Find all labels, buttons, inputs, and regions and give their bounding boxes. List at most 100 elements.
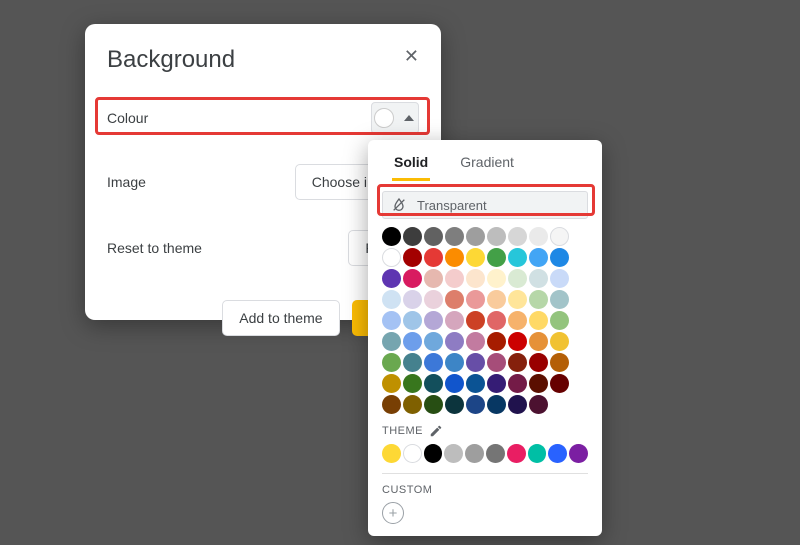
swatch-r7-c9[interactable] (529, 395, 548, 414)
swatch-r2-c0[interactable] (424, 269, 443, 288)
add-custom-color-button[interactable]: + (382, 502, 404, 524)
theme-swatch-2[interactable] (424, 444, 443, 463)
swatch-r0-c0[interactable] (382, 227, 401, 246)
swatch-r1-c1[interactable] (424, 248, 443, 267)
swatch-r0-c1[interactable] (403, 227, 422, 246)
theme-swatch-0[interactable] (382, 444, 401, 463)
swatch-r0-c3[interactable] (445, 227, 464, 246)
theme-swatch-3[interactable] (444, 444, 463, 463)
swatch-r6-c7[interactable] (466, 374, 485, 393)
tab-gradient[interactable]: Gradient (458, 150, 516, 181)
theme-swatch-5[interactable] (486, 444, 505, 463)
swatch-r1-c7[interactable] (550, 248, 569, 267)
swatch-r4-c4[interactable] (550, 311, 569, 330)
swatch-r1-c6[interactable] (529, 248, 548, 267)
swatch-r4-c0[interactable] (466, 311, 485, 330)
swatch-r2-c9[interactable] (424, 290, 443, 309)
swatch-r3-c5[interactable] (550, 290, 569, 309)
swatch-r7-c6[interactable] (466, 395, 485, 414)
swatch-r7-c4[interactable] (424, 395, 443, 414)
swatch-r1-c5[interactable] (508, 248, 527, 267)
swatch-r5-c2[interactable] (529, 332, 548, 351)
swatch-r5-c3[interactable] (550, 332, 569, 351)
swatch-r3-c4[interactable] (529, 290, 548, 309)
swatch-r3-c3[interactable] (508, 290, 527, 309)
swatch-r7-c0[interactable] (529, 374, 548, 393)
swatch-r0-c9[interactable] (382, 248, 401, 267)
theme-swatch-7[interactable] (528, 444, 547, 463)
swatch-r7-c8[interactable] (508, 395, 527, 414)
swatch-r3-c1[interactable] (466, 290, 485, 309)
colour-dropdown-button[interactable] (371, 102, 419, 134)
swatch-r4-c2[interactable] (508, 311, 527, 330)
add-to-theme-button[interactable]: Add to theme (222, 300, 339, 336)
swatch-r1-c3[interactable] (466, 248, 485, 267)
swatch-r7-c5[interactable] (445, 395, 464, 414)
theme-swatch-1[interactable] (403, 444, 422, 463)
swatch-r6-c8[interactable] (487, 374, 506, 393)
swatch-r7-c1[interactable] (550, 374, 569, 393)
swatch-r0-c8[interactable] (550, 227, 569, 246)
pencil-icon[interactable] (429, 424, 443, 438)
swatch-r3-c6[interactable] (382, 311, 401, 330)
swatch-r5-c7[interactable] (445, 353, 464, 372)
swatch-r6-c6[interactable] (445, 374, 464, 393)
swatch-r4-c7[interactable] (424, 332, 443, 351)
swatch-r4-c3[interactable] (529, 311, 548, 330)
swatch-r3-c2[interactable] (487, 290, 506, 309)
swatch-r2-c4[interactable] (508, 269, 527, 288)
swatch-r4-c1[interactable] (487, 311, 506, 330)
swatch-r5-c9[interactable] (487, 353, 506, 372)
swatch-r3-c7[interactable] (403, 311, 422, 330)
swatch-r2-c1[interactable] (445, 269, 464, 288)
swatch-r5-c5[interactable] (403, 353, 422, 372)
swatch-r2-c2[interactable] (466, 269, 485, 288)
swatch-r0-c6[interactable] (508, 227, 527, 246)
swatch-r5-c0[interactable] (487, 332, 506, 351)
swatch-r2-c8[interactable] (403, 290, 422, 309)
swatch-r6-c4[interactable] (403, 374, 422, 393)
transparent-option[interactable]: Transparent (382, 191, 588, 219)
swatch-r4-c6[interactable] (403, 332, 422, 351)
swatch-r2-c7[interactable] (382, 290, 401, 309)
swatch-r4-c8[interactable] (445, 332, 464, 351)
theme-swatch-9[interactable] (569, 444, 588, 463)
swatch-r6-c3[interactable] (382, 374, 401, 393)
close-icon[interactable]: ✕ (404, 46, 419, 67)
swatch-r7-c2[interactable] (382, 395, 401, 414)
theme-swatch-4[interactable] (465, 444, 484, 463)
swatch-r1-c2[interactable] (445, 248, 464, 267)
tab-solid[interactable]: Solid (392, 150, 430, 181)
swatch-r5-c6[interactable] (424, 353, 443, 372)
swatch-r0-c5[interactable] (487, 227, 506, 246)
theme-swatch-6[interactable] (507, 444, 526, 463)
swatch-r5-c8[interactable] (466, 353, 485, 372)
swatch-r4-c5[interactable] (382, 332, 401, 351)
swatch-r5-c4[interactable] (382, 353, 401, 372)
swatch-r6-c0[interactable] (508, 353, 527, 372)
swatch-r1-c9[interactable] (403, 269, 422, 288)
swatch-r1-c8[interactable] (382, 269, 401, 288)
swatch-r3-c8[interactable] (424, 311, 443, 330)
swatch-r2-c5[interactable] (529, 269, 548, 288)
swatch-r5-c1[interactable] (508, 332, 527, 351)
swatch-r6-c2[interactable] (550, 353, 569, 372)
swatch-r6-c9[interactable] (508, 374, 527, 393)
swatch-r2-c3[interactable] (487, 269, 506, 288)
picker-tabs: Solid Gradient (378, 150, 592, 185)
swatch-r4-c9[interactable] (466, 332, 485, 351)
theme-swatch-8[interactable] (548, 444, 567, 463)
custom-section: CUSTOM (382, 484, 588, 496)
swatch-r0-c7[interactable] (529, 227, 548, 246)
swatch-r1-c4[interactable] (487, 248, 506, 267)
swatch-r7-c7[interactable] (487, 395, 506, 414)
swatch-r3-c0[interactable] (445, 290, 464, 309)
swatch-r6-c1[interactable] (529, 353, 548, 372)
swatch-r0-c2[interactable] (424, 227, 443, 246)
swatch-r3-c9[interactable] (445, 311, 464, 330)
swatch-r0-c4[interactable] (466, 227, 485, 246)
swatch-r1-c0[interactable] (403, 248, 422, 267)
swatch-r2-c6[interactable] (550, 269, 569, 288)
swatch-r7-c3[interactable] (403, 395, 422, 414)
swatch-r6-c5[interactable] (424, 374, 443, 393)
